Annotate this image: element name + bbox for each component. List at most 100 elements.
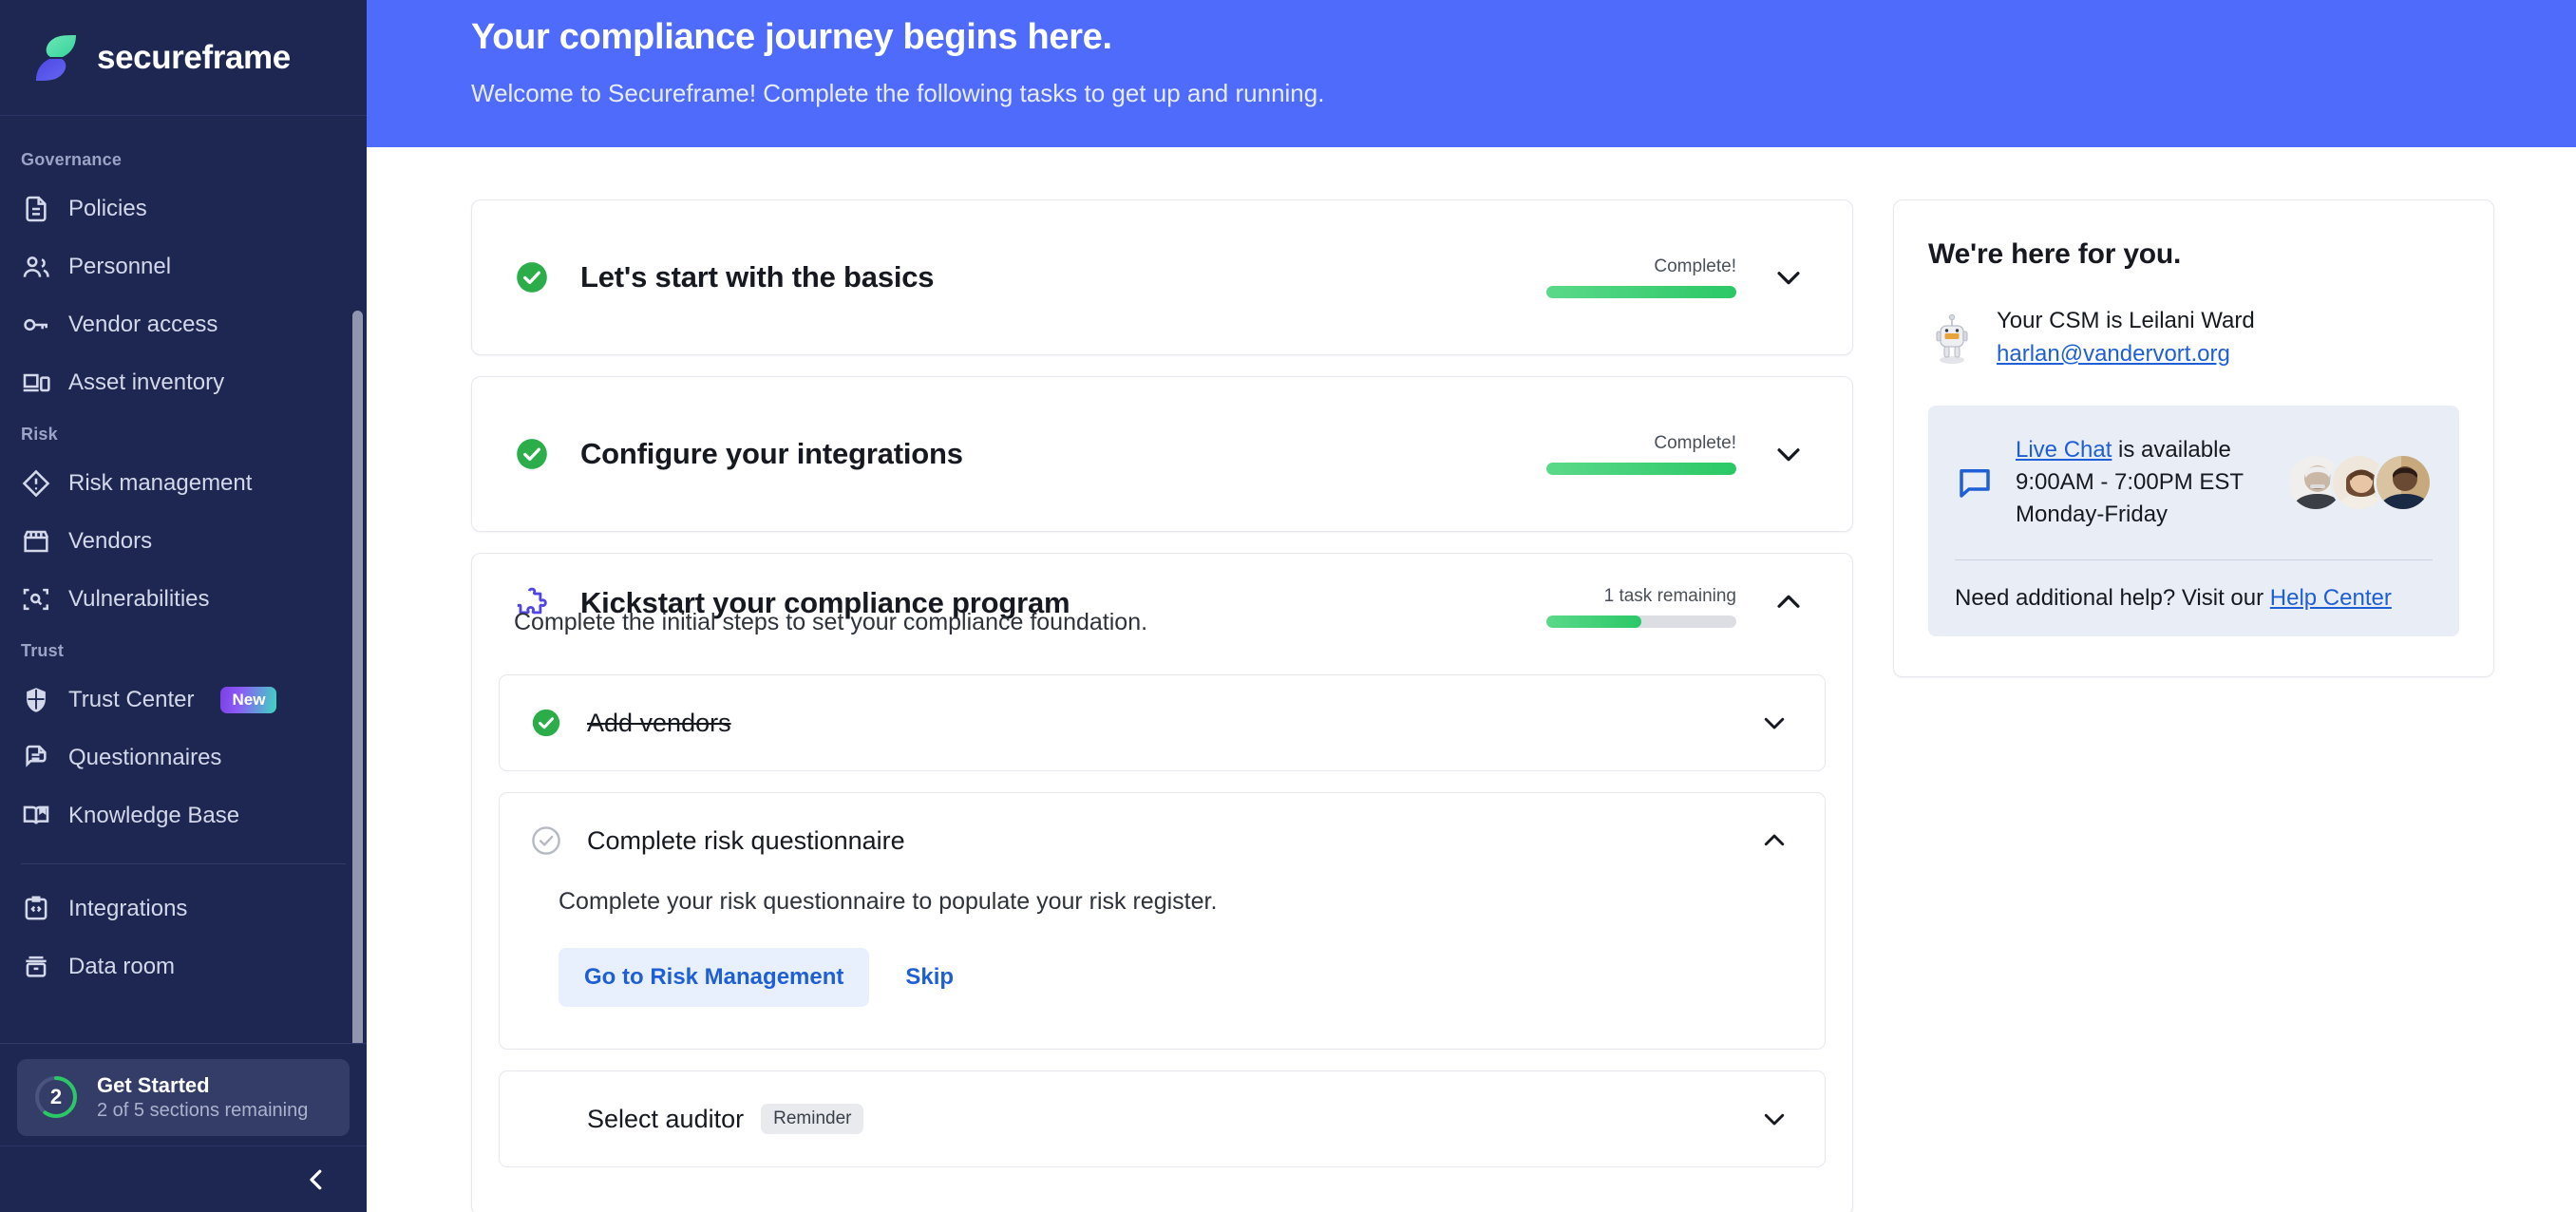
section-progress: Complete! [1546, 256, 1736, 298]
live-chat-text: Live Chat is available 9:00AM - 7:00PM E… [2016, 434, 2244, 531]
support-avatars [2286, 452, 2433, 512]
sidebar-collapse-button[interactable] [0, 1146, 367, 1212]
scan-search-icon [23, 588, 48, 610]
sidebar-item-label: Asset inventory [68, 369, 225, 395]
go-to-risk-management-button[interactable]: Go to Risk Management [559, 948, 870, 1007]
sidebar-group-risk: Risk [21, 425, 58, 444]
sidebar-item-knowledge-base[interactable]: Knowledge Base [0, 786, 367, 844]
welcome-banner: Your compliance journey begins here. Wel… [367, 0, 2576, 147]
book-icon [23, 805, 49, 824]
check-circle-filled-icon [517, 262, 547, 293]
live-chat-row: Live Chat is available 9:00AM - 7:00PM E… [1955, 434, 2433, 531]
banner-title: Your compliance journey begins here. [471, 17, 1112, 57]
sidebar-group-trust: Trust [21, 641, 65, 660]
sidebar-item-trust-center[interactable]: Trust Center New [0, 671, 367, 729]
task-actions: Go to Risk Management Skip [559, 948, 1789, 1007]
sidebar-nav: Governance Policies Personnel Vendor acc… [0, 116, 367, 1043]
task-list: Add vendors Complete risk questionnaire … [472, 636, 1852, 1212]
get-started-title: Get Started [97, 1072, 210, 1097]
chevron-up-icon[interactable] [1760, 826, 1789, 855]
brand-name: secureframe [97, 38, 291, 76]
sidebar-item-label: Risk management [68, 469, 253, 496]
robot-avatar-icon [1936, 313, 1968, 364]
key-icon [24, 318, 47, 331]
progress-label: Complete! [1654, 433, 1736, 453]
task-card-select-auditor: Select auditor Reminder [499, 1070, 1826, 1167]
chevron-up-icon[interactable] [1772, 586, 1805, 618]
sidebar-footer: 2 Get Started 2 of 5 sections remaining [0, 1042, 367, 1146]
questionnaire-icon [26, 745, 47, 767]
section-header[interactable]: Configure your integrations Complete! [472, 377, 1852, 531]
sidebar-item-label: Policies [68, 195, 147, 221]
chevron-down-icon[interactable] [1760, 1105, 1789, 1133]
csm-email-link[interactable]: harlan@vandervort.org [1997, 341, 2230, 367]
section-title: Configure your integrations [580, 437, 963, 470]
progress-fill [1546, 615, 1641, 628]
progress-label: 1 task remaining [1603, 586, 1736, 606]
devices-icon [23, 373, 50, 391]
help-center-prefix: Need additional help? Visit our [1955, 584, 2270, 611]
progress-track [1546, 463, 1736, 475]
diamond-alert-icon [22, 469, 50, 497]
live-chat-days: Monday-Friday [2016, 501, 2169, 527]
new-badge: New [220, 686, 277, 713]
sidebar-item-policies[interactable]: Policies [0, 180, 367, 237]
sidebar-item-risk-management[interactable]: Risk management [0, 454, 367, 512]
check-circle-filled-icon [532, 709, 560, 737]
task-body: Complete your risk questionnaire to popu… [500, 888, 1825, 1049]
task-card-add-vendors: Add vendors [499, 674, 1826, 771]
progress-ring-count: 2 [49, 1085, 63, 1109]
sidebar-item-asset-inventory[interactable]: Asset inventory [0, 353, 367, 411]
reminder-badge: Reminder [761, 1104, 864, 1134]
progress-fill [1546, 286, 1736, 298]
archive-icon [26, 956, 47, 977]
chevron-down-icon[interactable] [1760, 709, 1789, 737]
progress-track [1546, 615, 1736, 628]
sidebar-item-label: Vulnerabilities [68, 585, 210, 612]
help-center-link[interactable]: Help Center [2270, 585, 2392, 611]
section-progress: 1 task remaining [1546, 586, 1736, 628]
sidebar-item-vendor-access[interactable]: Vendor access [0, 295, 367, 353]
sidebar-item-data-room[interactable]: Data room [0, 937, 367, 995]
secureframe-logo-icon [36, 34, 76, 81]
check-circle-outline-icon [532, 826, 560, 855]
chevron-down-icon[interactable] [1772, 438, 1805, 470]
sidebar-item-label: Questionnaires [68, 744, 222, 770]
document-icon [26, 196, 47, 221]
task-title: Select auditor [587, 1104, 745, 1133]
chevron-left-icon [310, 1169, 322, 1189]
task-description: Complete your risk questionnaire to popu… [559, 888, 1218, 915]
sidebar-item-integrations[interactable]: Integrations [0, 880, 367, 937]
sidebar-item-personnel[interactable]: Personnel [0, 237, 367, 295]
code-clipboard-icon [25, 895, 47, 919]
task-header[interactable]: Complete risk questionnaire [500, 793, 1825, 888]
sidebar-item-label: Vendors [68, 527, 153, 554]
task-header[interactable]: Add vendors [500, 675, 1825, 770]
get-started-subtitle: 2 of 5 sections remaining [97, 1100, 309, 1121]
skip-button[interactable]: Skip [882, 948, 976, 1007]
sidebar-item-vendors[interactable]: Vendors [0, 512, 367, 570]
sidebar-item-label: Personnel [68, 253, 172, 279]
live-chat-link[interactable]: Live Chat [2016, 437, 2112, 463]
sidebar-item-vulnerabilities[interactable]: Vulnerabilities [0, 570, 367, 628]
live-chat-box: Live Chat is available 9:00AM - 7:00PM E… [1928, 405, 2459, 636]
section-header[interactable]: Let's start with the basics Complete! [472, 200, 1852, 354]
people-icon [23, 256, 49, 277]
progress-track [1546, 286, 1736, 298]
sidebar-item-get-started[interactable]: 2 Get Started 2 of 5 sections remaining [17, 1058, 350, 1136]
sidebar-brand[interactable]: secureframe [0, 0, 367, 116]
sidebar: secureframe Governance Policies Personne… [0, 0, 367, 1212]
help-center-row: Need additional help? Visit our Help Cen… [1955, 585, 2433, 612]
chevron-down-icon[interactable] [1772, 261, 1805, 294]
sections-column: Let's start with the basics Complete! Co… [471, 199, 1853, 1212]
section-title: Let's start with the basics [580, 260, 935, 294]
sidebar-item-questionnaires[interactable]: Questionnaires [0, 729, 367, 786]
sidebar-scrollbar-thumb[interactable] [352, 311, 363, 1043]
csm-name: Your CSM is Leilani Ward [1997, 308, 2255, 333]
progress-label: Complete! [1654, 256, 1736, 276]
progress-fill [1546, 463, 1736, 475]
section-card-integrations: Configure your integrations Complete! [471, 376, 1853, 532]
sidebar-item-label: Data room [68, 953, 176, 979]
task-header[interactable]: Select auditor Reminder [500, 1071, 1825, 1166]
sidebar-item-label: Integrations [68, 895, 188, 921]
